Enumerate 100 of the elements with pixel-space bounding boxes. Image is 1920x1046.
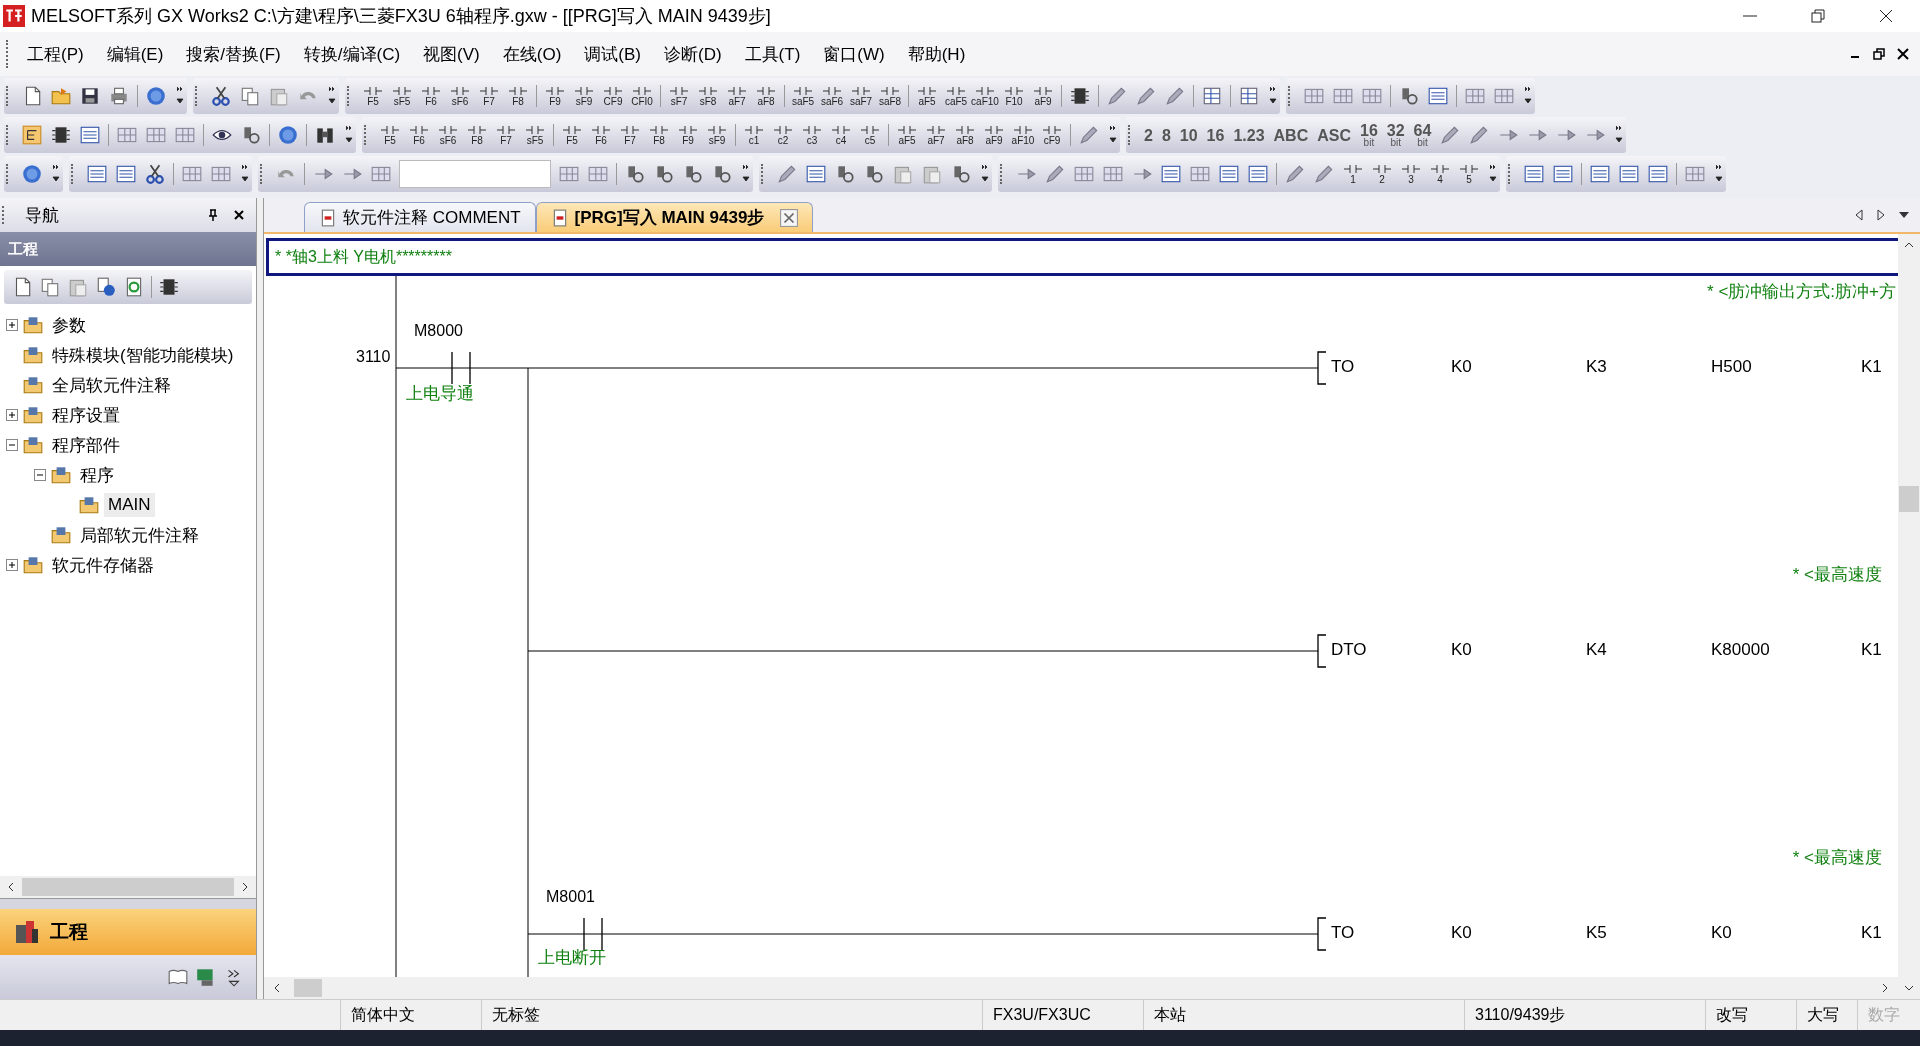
pencil-icon[interactable]	[1135, 85, 1157, 107]
pencil-icon[interactable]	[1284, 163, 1306, 185]
list-icon[interactable]	[1618, 163, 1640, 185]
tree-item[interactable]: 程序部件	[48, 431, 124, 459]
scissors-icon[interactable]	[210, 85, 232, 107]
pencil-icon[interactable]	[1439, 124, 1462, 146]
tree-item[interactable]: 程序设置	[48, 401, 124, 429]
menu-item[interactable]: 编辑(E)	[96, 38, 174, 70]
chip-icon[interactable]	[50, 124, 72, 146]
ladder-tool-button[interactable]: sF5	[521, 124, 549, 146]
ladder-tool-button[interactable]: sF8	[694, 85, 722, 107]
close-icon[interactable]	[1896, 47, 1910, 61]
list-icon[interactable]	[1247, 163, 1269, 185]
ladder-tool-button[interactable]: sF6	[434, 124, 462, 146]
save-icon[interactable]	[79, 85, 101, 107]
format-button[interactable]: 64 bit	[1409, 122, 1436, 148]
ladder-tool-button[interactable]: aF9	[980, 124, 1008, 146]
expand-icon[interactable]	[6, 319, 18, 331]
format-button[interactable]: 2	[1140, 127, 1157, 143]
pencil-icon[interactable]	[1106, 85, 1128, 107]
ladder-tool-button[interactable]: aF7	[922, 124, 950, 146]
format-button[interactable]: 1.23	[1229, 127, 1269, 143]
expand-icon[interactable]	[6, 559, 18, 571]
ladder-tool-button[interactable]: 3	[1397, 163, 1425, 185]
ladder-tool-button[interactable]: sF7	[665, 85, 693, 107]
scroll-left-icon[interactable]	[6, 882, 16, 892]
format-button[interactable]: 16	[1202, 127, 1229, 143]
menu-item[interactable]: 在线(O)	[492, 38, 572, 70]
list-icon[interactable]	[115, 163, 137, 185]
format-button[interactable]: ABC	[1269, 127, 1313, 143]
ladder-tool-button[interactable]: 4	[1426, 163, 1454, 185]
expand-icon[interactable]	[6, 409, 18, 421]
ladder-tool-button[interactable]: CF9	[599, 85, 627, 107]
document-tab[interactable]: 软元件注释 COMMENT	[304, 202, 536, 232]
ladder-tool-button[interactable]: F10	[1000, 85, 1028, 107]
ladder-tool-button[interactable]: aF10	[1009, 124, 1037, 146]
list-icon[interactable]	[805, 163, 827, 185]
menu-item[interactable]: 窗口(W)	[813, 38, 895, 70]
list-icon[interactable]	[1552, 163, 1574, 185]
ladder-tool-button[interactable]: c3	[798, 124, 826, 146]
ladder-tool-button[interactable]: aF8	[752, 85, 780, 107]
tree-item[interactable]: 程序	[76, 461, 118, 489]
ladder-tool-button[interactable]: F8	[645, 124, 673, 146]
menu-item[interactable]: 诊断(D)	[654, 38, 732, 70]
menu-item[interactable]: 工程(P)	[17, 38, 94, 70]
tree-item[interactable]: 全局软元件注释	[48, 371, 175, 399]
scrollbar-thumb[interactable]	[1899, 486, 1919, 512]
ladder-tool-button[interactable]: caF10	[971, 85, 999, 107]
list-icon[interactable]	[1218, 163, 1240, 185]
ladder-tool-button[interactable]: c5	[856, 124, 884, 146]
ladder-tool-button[interactable]: F7	[475, 85, 503, 107]
ladder-tool-button[interactable]: sF9	[703, 124, 731, 146]
pencil-icon[interactable]	[1468, 124, 1491, 146]
menu-item[interactable]: 搜索/替换(F)	[176, 38, 291, 70]
tree-item[interactable]: 软元件存储器	[48, 551, 158, 579]
splitter-handle[interactable]	[0, 898, 256, 909]
ladder-tool-button[interactable]: cF9	[1038, 124, 1066, 146]
format-button[interactable]: 16 bit	[1356, 122, 1382, 148]
document-tab[interactable]: [PRG]写入 MAIN 9439步	[535, 202, 814, 232]
ladder-tool-button[interactable]: F7	[616, 124, 644, 146]
chip-icon[interactable]	[158, 276, 180, 298]
printer-icon[interactable]	[108, 85, 130, 107]
list-icon[interactable]	[79, 124, 101, 146]
ladder-tool-button[interactable]: F9	[674, 124, 702, 146]
restore-icon[interactable]	[1872, 47, 1886, 61]
ladder-tool-button[interactable]: saF6	[818, 85, 846, 107]
pencil-icon[interactable]	[776, 163, 798, 185]
list-icon[interactable]	[1647, 163, 1669, 185]
ladder-tool-button[interactable]: sF5	[388, 85, 416, 107]
pencil-icon[interactable]	[1313, 163, 1335, 185]
tree-item[interactable]: 局部软元件注释	[76, 521, 203, 549]
ladder-tool-button[interactable]: F5	[359, 85, 387, 107]
collapse-icon[interactable]	[34, 469, 46, 481]
ladder-tool-button[interactable]: saF7	[847, 85, 875, 107]
tree-item[interactable]: MAIN	[104, 493, 155, 517]
ladder-tool-button[interactable]: aF5	[913, 85, 941, 107]
ladder-tool-button[interactable]: 5	[1455, 163, 1483, 185]
list-icon[interactable]	[86, 163, 108, 185]
ladder-tool-button[interactable]: c4	[827, 124, 855, 146]
ladder-tool-button[interactable]: aF8	[951, 124, 979, 146]
ladder-tool-button[interactable]: 2	[1368, 163, 1396, 185]
menu-item[interactable]: 工具(T)	[734, 38, 811, 70]
format-button[interactable]: 10	[1175, 127, 1202, 143]
ladder-tool-button[interactable]: aF5	[893, 124, 921, 146]
ladder-tool-button[interactable]: F9	[541, 85, 569, 107]
pencil-icon[interactable]	[1078, 124, 1100, 146]
ladder-tool-button[interactable]: F7	[492, 124, 520, 146]
device-field[interactable]	[399, 160, 551, 188]
menu-item[interactable]: 帮助(H)	[897, 38, 976, 70]
ladder-tool-button[interactable]: F5	[376, 124, 404, 146]
format-button[interactable]: 32 bit	[1382, 122, 1409, 148]
table-icon[interactable]	[1201, 85, 1223, 107]
list-icon[interactable]	[1523, 163, 1545, 185]
collapse-icon[interactable]	[6, 439, 18, 451]
tree-item[interactable]: 参数	[48, 311, 90, 339]
menu-item[interactable]: 视图(V)	[413, 38, 490, 70]
menu-item[interactable]: 调试(B)	[574, 38, 651, 70]
ladder-tool-button[interactable]: c1	[740, 124, 768, 146]
scissors-icon[interactable]	[144, 163, 166, 185]
ladder-tool-button[interactable]: 1	[1339, 163, 1367, 185]
